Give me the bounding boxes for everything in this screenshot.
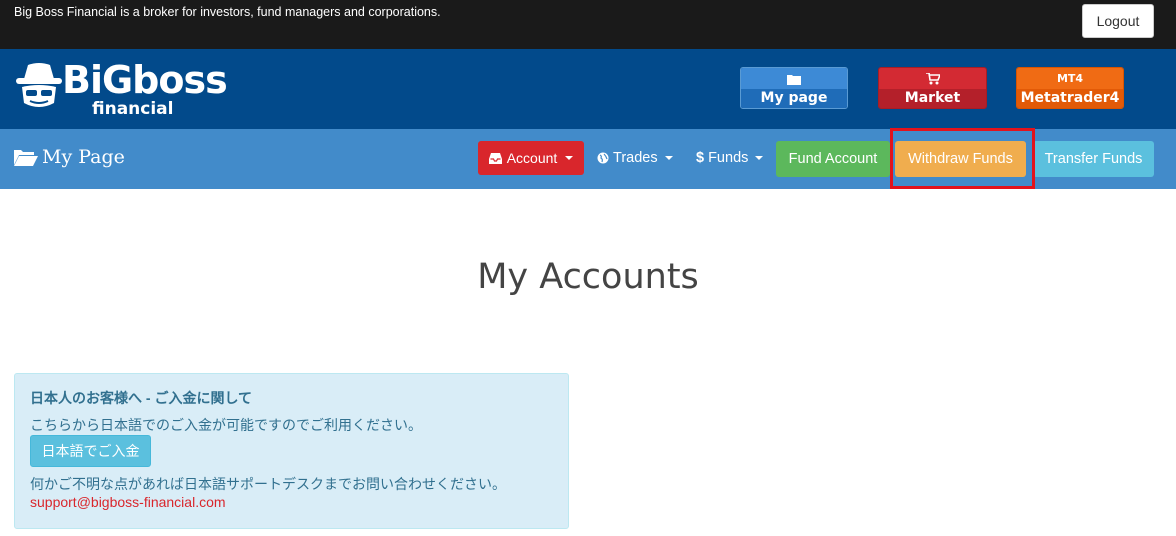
market-label: Market — [879, 89, 986, 108]
globe-icon — [597, 152, 609, 164]
logo-subtext: financial — [92, 99, 174, 119]
account-label: Account — [506, 150, 558, 166]
main-title: My Accounts — [477, 257, 699, 297]
withdraw-funds-button[interactable]: Withdraw Funds — [895, 141, 1026, 177]
funds-dropdown[interactable]: $ Funds — [696, 150, 764, 166]
gangster-hat-icon — [16, 63, 62, 107]
trades-label: Trades — [613, 150, 658, 166]
caret-down-icon — [565, 156, 574, 160]
panel-heading: 日本人のお客様へ - ご入金に関して — [30, 390, 253, 406]
caret-down-icon — [664, 156, 673, 160]
logout-button[interactable]: Logout — [1082, 4, 1154, 38]
mt4-label-top: MT4 — [1017, 68, 1123, 89]
dollar-icon: $ — [696, 150, 705, 166]
cart-icon — [879, 68, 986, 89]
inbox-icon — [488, 152, 502, 164]
support-email-link[interactable]: support@bigboss-financial.com — [30, 494, 226, 510]
trades-dropdown[interactable]: Trades — [597, 150, 673, 166]
caret-down-icon — [755, 156, 764, 160]
page-title: My Page — [14, 146, 125, 168]
my-page-label: My page — [741, 89, 847, 108]
my-page-button[interactable]: My page — [740, 67, 848, 109]
top-bar: Big Boss Financial is a broker for inves… — [0, 0, 1176, 49]
folder-open-icon — [14, 150, 38, 166]
fund-account-button[interactable]: Fund Account — [776, 141, 890, 177]
folder-icon — [741, 68, 847, 89]
japanese-deposit-button[interactable]: 日本語でご入金 — [30, 435, 151, 467]
logo-text: BiGboss — [62, 58, 228, 102]
page-title-text: My Page — [42, 146, 125, 168]
funds-label: Funds — [708, 150, 749, 166]
metatrader4-button[interactable]: MT4 Metatrader4 — [1016, 67, 1124, 109]
japanese-deposit-panel: 日本人のお客様へ - ご入金に関して こちらから日本語でのご入金が可能ですのでご… — [14, 373, 569, 529]
account-dropdown[interactable]: Account — [478, 141, 584, 175]
panel-text-1: こちらから日本語でのご入金が可能ですのでご利用ください。 — [30, 417, 422, 433]
transfer-funds-button[interactable]: Transfer Funds — [1033, 141, 1154, 177]
metatrader4-label: Metatrader4 — [1017, 89, 1123, 108]
tagline: Big Boss Financial is a broker for inves… — [14, 5, 441, 19]
logo[interactable]: BiGboss financial — [14, 58, 228, 123]
brand-header: BiGboss financial My page Market MT4 Met… — [0, 49, 1176, 129]
panel-text-2: 何かご不明な点があれば日本語サポートデスクまでお問い合わせください。 — [30, 476, 506, 492]
market-button[interactable]: Market — [878, 67, 987, 109]
